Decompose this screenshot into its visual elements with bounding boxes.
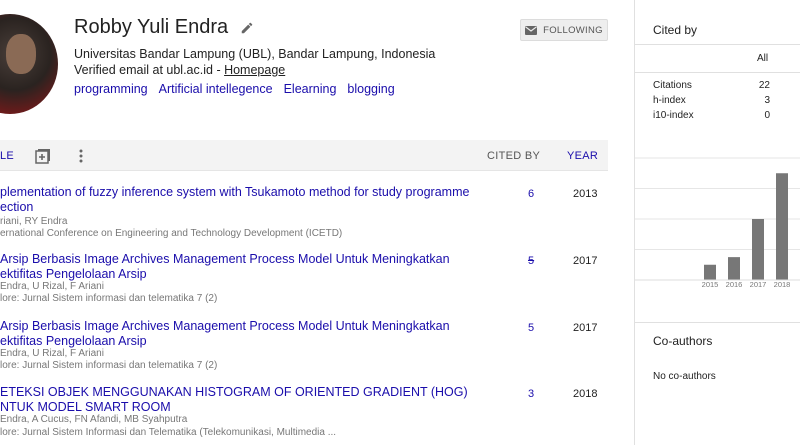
article-authors: Endra, U Rizal, F Ariani <box>0 281 104 292</box>
interest-tag[interactable]: Elearning <box>284 82 337 96</box>
more-vert-icon[interactable] <box>78 148 84 164</box>
profile-name-row: Robby Yuli Endra <box>74 16 254 39</box>
interest-tags: programming Artificial intellegence Elea… <box>74 82 395 96</box>
stat-label-citations[interactable]: Citations <box>653 80 692 91</box>
article-year: 2018 <box>573 388 598 400</box>
chart-tick-label-2017: 2017 <box>750 280 767 289</box>
article-venue: ernational Conference on Engineering and… <box>0 228 343 239</box>
article-cited-count[interactable]: 3 <box>528 388 534 400</box>
email-text: Verified email at ubl.ac.id - <box>74 63 225 77</box>
article-year: 2017 <box>573 322 598 334</box>
pencil-icon[interactable] <box>240 21 254 35</box>
cited-by-title: Cited by <box>653 23 698 37</box>
article-cited-count[interactable]: 6 <box>528 188 534 200</box>
coauthors-empty-text: No co-authors <box>653 371 716 382</box>
stat-value-i10-index: 0 <box>764 110 770 121</box>
citations-chart-svg: 2015 2016 2017 2018 <box>635 157 800 289</box>
chart-bar-2015[interactable] <box>704 264 716 280</box>
chart-tick-label-2016: 2016 <box>726 280 743 289</box>
chart-bar-2017[interactable] <box>752 219 764 280</box>
interest-tag[interactable]: blogging <box>347 82 394 96</box>
cited-by-column-header[interactable]: CITED BY <box>487 150 540 162</box>
homepage-link[interactable]: Homepage <box>224 63 285 77</box>
divider <box>635 72 800 73</box>
article-title[interactable]: Arsip Berbasis Image Archives Management… <box>0 252 470 282</box>
article-title[interactable]: Arsip Berbasis Image Archives Management… <box>0 319 470 349</box>
article-title[interactable]: plementation of fuzzy inference system w… <box>0 185 470 215</box>
article-row: plementation of fuzzy inference system w… <box>0 185 608 240</box>
profile-photo-face <box>6 34 36 74</box>
article-row: Arsip Berbasis Image Archives Management… <box>0 252 608 307</box>
interest-tag[interactable]: Artificial intellegence <box>159 82 273 96</box>
divider <box>635 44 800 45</box>
profile-photo[interactable] <box>0 14 58 114</box>
following-label: FOLLOWING <box>543 24 603 36</box>
articles-table-header: LE CITED BY YEAR <box>0 140 608 171</box>
article-venue: lore: Jurnal Sistem Informasi dan Telema… <box>0 427 337 438</box>
article-year: 2013 <box>573 188 598 200</box>
chart-tick-label-2015: 2015 <box>702 280 719 289</box>
stat-label-h-index[interactable]: h-index <box>653 95 686 106</box>
article-authors: Endra, U Rizal, F Ariani <box>0 348 104 359</box>
article-venue: lore: Jurnal Sistem informasi dan telema… <box>0 360 218 371</box>
profile-email: Verified email at ubl.ac.id - Homepage <box>74 63 285 77</box>
chart-bar-2016[interactable] <box>728 257 740 280</box>
article-title[interactable]: ETEKSI OBJEK MENGGUNAKAN HISTOGRAM OF OR… <box>0 385 470 415</box>
interest-tag[interactable]: programming <box>74 82 148 96</box>
article-year: 2017 <box>573 255 598 267</box>
coauthors-title: Co-authors <box>653 334 713 348</box>
article-row: ETEKSI OBJEK MENGGUNAKAN HISTOGRAM OF OR… <box>0 385 608 443</box>
stat-label-i10-index[interactable]: i10-index <box>653 110 694 121</box>
article-row: Arsip Berbasis Image Archives Management… <box>0 319 608 374</box>
article-authors: Endra, A Cucus, FN Afandi, MB Syahputra <box>0 414 188 425</box>
stat-value-h-index: 3 <box>764 95 770 106</box>
year-column-header[interactable]: YEAR <box>567 150 598 162</box>
column-all-header: All <box>757 53 769 64</box>
following-button[interactable]: FOLLOWING <box>520 19 608 41</box>
cited-by-panel: Cited by All Citations 22 h-index 3 i10-… <box>634 0 800 445</box>
article-venue: lore: Jurnal Sistem informasi dan telema… <box>0 293 218 304</box>
article-cited-count[interactable]: 5 <box>528 322 534 334</box>
envelope-icon <box>525 25 538 35</box>
chart-tick-label-2018: 2018 <box>774 280 791 289</box>
article-authors: riani, RY Endra <box>0 216 68 227</box>
profile-affiliation: Universitas Bandar Lampung (UBL), Bandar… <box>74 47 436 61</box>
citations-per-year-chart: 2015 2016 2017 2018 <box>635 156 800 291</box>
chart-bar-2018[interactable] <box>776 173 788 280</box>
divider <box>635 322 800 323</box>
article-cited-count[interactable]: 5 <box>528 255 534 267</box>
stat-value-citations: 22 <box>758 80 770 91</box>
profile-name: Robby Yuli Endra <box>74 16 229 38</box>
add-article-icon[interactable] <box>35 148 51 164</box>
sort-by-title[interactable]: LE <box>0 150 14 162</box>
